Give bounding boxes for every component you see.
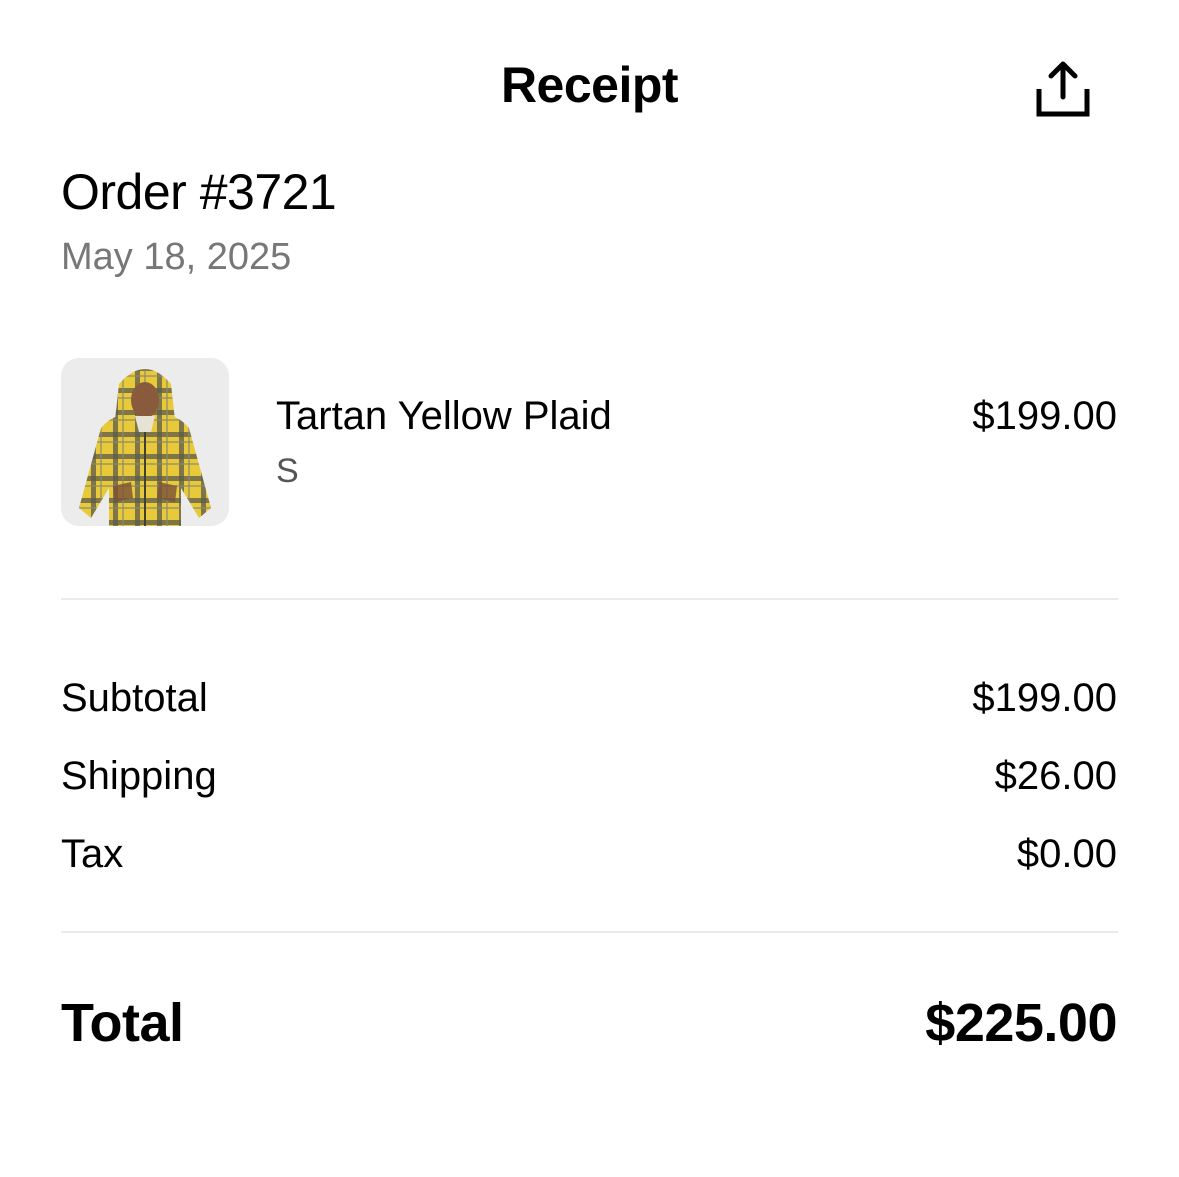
shipping-value: $26.00	[994, 754, 1117, 798]
total-label: Total	[61, 993, 184, 1053]
receipt-screen: Receipt Order #3721 May 18, 2025 Tartan …	[0, 0, 1179, 1177]
order-date: May 18, 2025	[61, 236, 292, 278]
yellow-plaid-hoodie-photo	[79, 369, 211, 526]
total-row: Total $225.00	[61, 992, 1117, 1054]
total-value: $225.00	[925, 993, 1117, 1053]
tax-value: $0.00	[1016, 832, 1117, 876]
shipping-label: Shipping	[61, 754, 217, 798]
share-upload-icon	[1036, 61, 1090, 117]
shipping-row: Shipping $26.00	[61, 754, 1117, 799]
subtotal-row: Subtotal $199.00	[61, 676, 1117, 721]
tax-row: Tax $0.00	[61, 832, 1117, 877]
product-thumbnail[interactable]	[61, 358, 229, 526]
share-button[interactable]	[1030, 58, 1096, 120]
product-name: Tartan Yellow Plaid	[276, 394, 612, 438]
product-price: $199.00	[972, 394, 1117, 438]
order-number: Order #3721	[61, 164, 337, 220]
divider	[61, 931, 1118, 933]
page-title: Receipt	[500, 57, 679, 113]
tax-label: Tax	[61, 832, 124, 876]
subtotal-value: $199.00	[972, 676, 1117, 720]
subtotal-label: Subtotal	[61, 676, 208, 720]
divider	[61, 598, 1118, 600]
product-variant: S	[276, 452, 299, 490]
